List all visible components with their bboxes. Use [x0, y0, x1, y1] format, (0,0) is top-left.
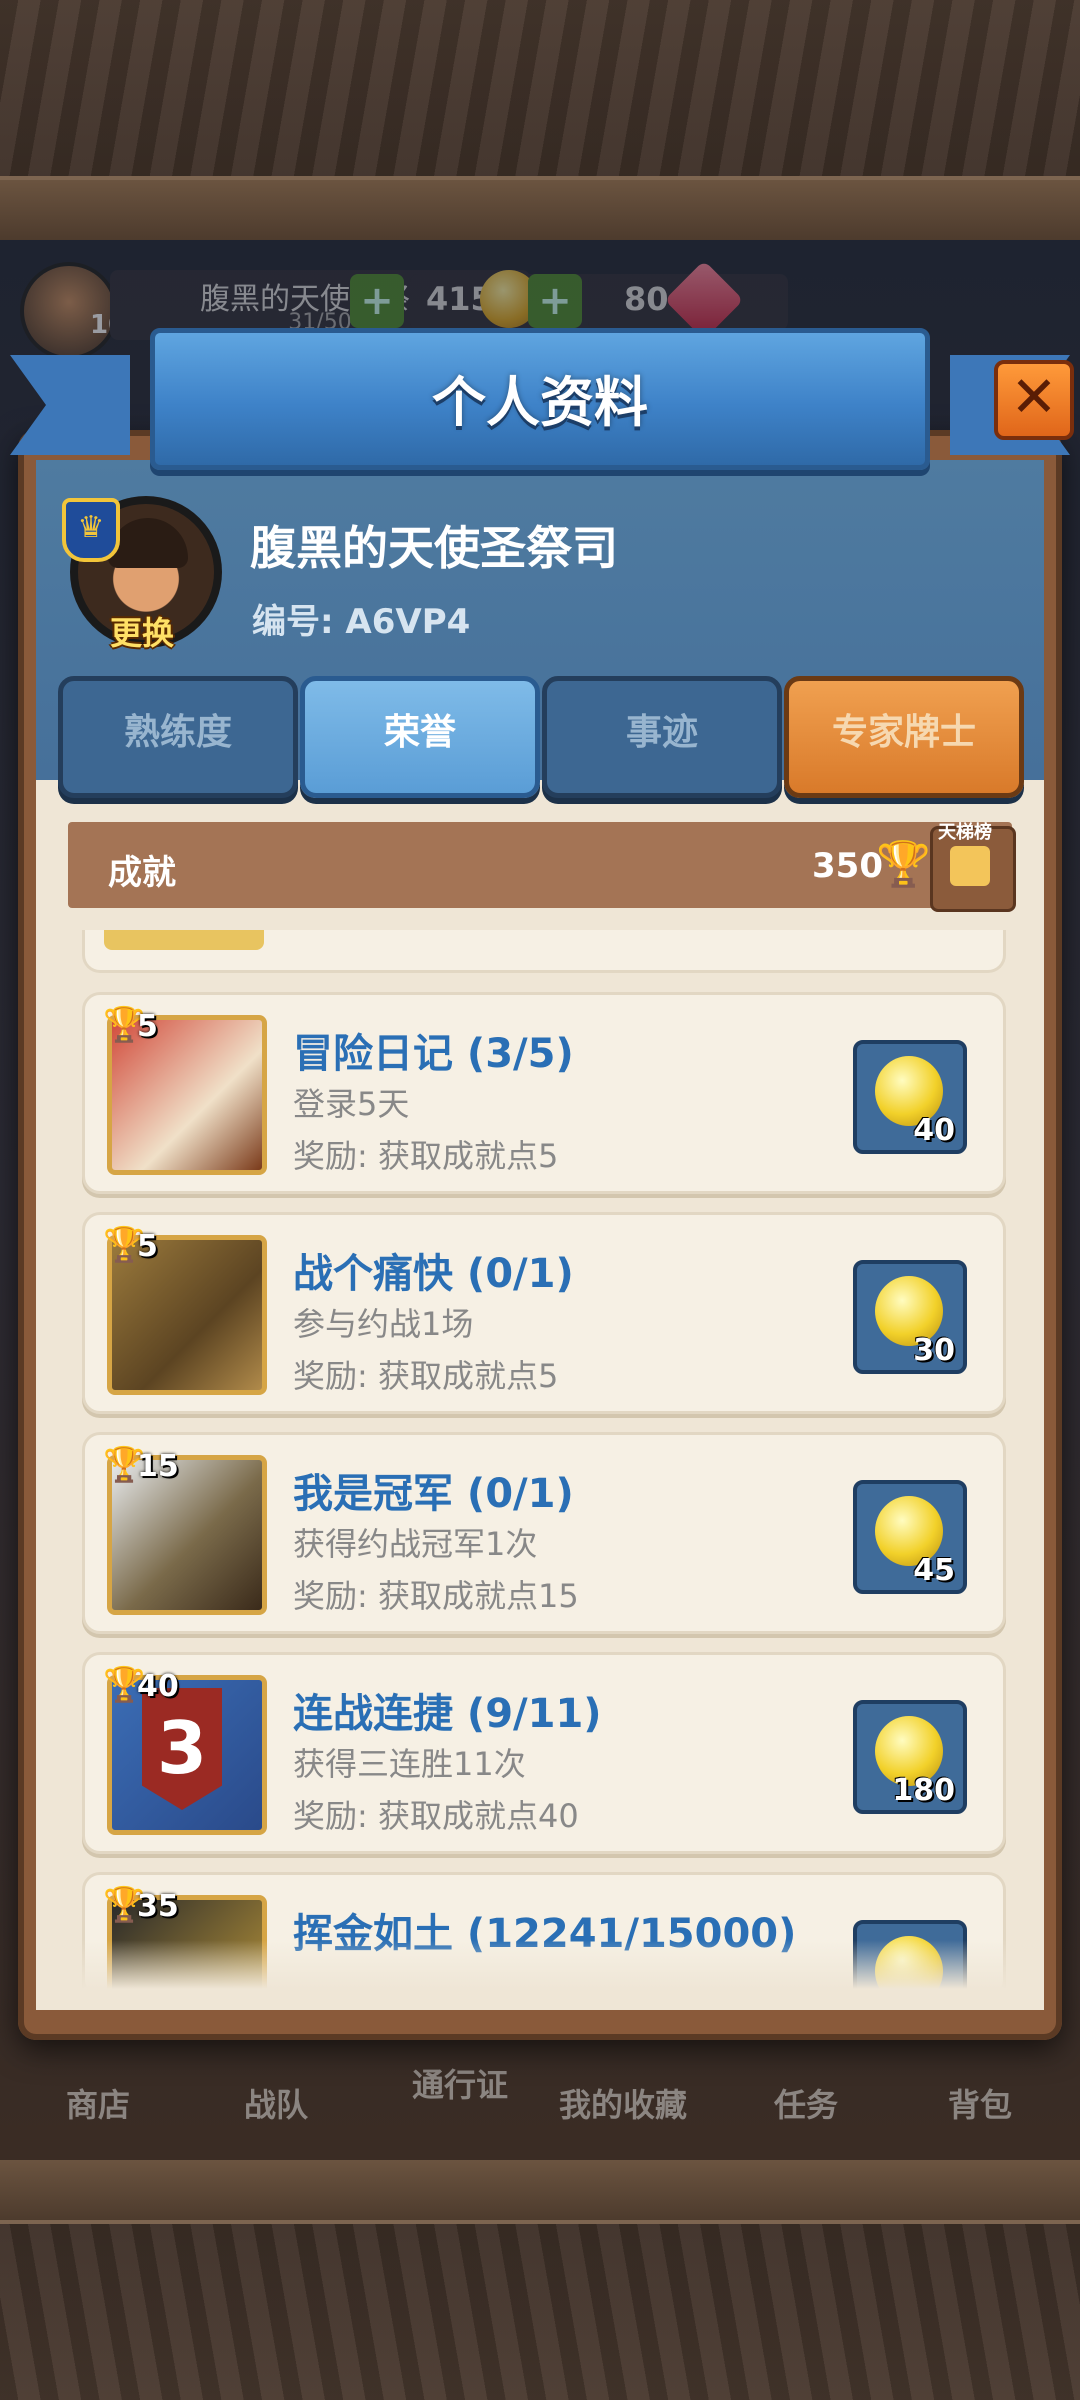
modal-title: 个人资料 — [432, 371, 648, 434]
achievement-card-desc: 获得三连胜11次 — [293, 1745, 526, 1783]
three-win-badge-icon: 3 — [142, 1688, 222, 1810]
achievement-title: 成就 — [108, 853, 176, 893]
achievement-card-points: 5 — [137, 1229, 158, 1264]
tab-proficiency[interactable]: 熟练度 — [58, 676, 298, 798]
coin-reward-button[interactable]: 40 — [853, 1040, 967, 1154]
partial-item-image — [104, 930, 264, 950]
achievement-card[interactable]: 🏆 5 战个痛快 (0/1) 参与约战1场 奖励: 获取成就点5 30 — [82, 1212, 1006, 1414]
tab-expert[interactable]: 专家牌士 — [784, 676, 1024, 798]
achievement-card-points: 40 — [137, 1669, 179, 1704]
coin-reward-amount: 180 — [892, 1773, 955, 1808]
achievement-card-points: 15 — [137, 1449, 179, 1484]
close-icon: ✕ — [1010, 365, 1058, 430]
achievement-card-reward: 奖励: 获取成就点40 — [293, 1797, 579, 1835]
achievement-card-desc: 获得约战冠军1次 — [293, 1525, 538, 1563]
nav-shop[interactable]: 商店 — [28, 2080, 168, 2126]
coin-reward-amount: 30 — [913, 1333, 955, 1368]
achievement-card-reward: 奖励: 获取成就点15 — [293, 1577, 579, 1615]
player-name: 腹黑的天使圣祭司 — [250, 521, 618, 575]
coin-reward-button[interactable]: 30 — [853, 1260, 967, 1374]
achievement-card-title: 战个痛快 (0/1) — [293, 1251, 574, 1297]
achievement-card-desc: 登录5天 — [293, 1085, 410, 1123]
thumbs-up-icon — [950, 846, 990, 886]
trophy-icon: 🏆 — [876, 839, 931, 890]
tab-deeds[interactable]: 事迹 — [542, 676, 782, 798]
achievement-card-points: 5 — [137, 1009, 158, 1044]
bottom-wood-frame — [0, 2160, 1080, 2400]
achievement-card-points: 35 — [137, 1889, 179, 1924]
change-avatar-button[interactable]: 更换 — [110, 608, 174, 654]
nav-pass[interactable]: 通行证 — [390, 2060, 530, 2106]
achievement-card-reward: 奖励: 获取成就点5 — [293, 1137, 559, 1175]
achievement-card-title: 连战连捷 (9/11) — [293, 1691, 602, 1737]
coin-reward-button[interactable]: 180 — [853, 1700, 967, 1814]
crown-icon: ♛ — [62, 498, 120, 562]
achievement-card[interactable]: 🏆 5 冒险日记 (3/5) 登录5天 奖励: 获取成就点5 40 — [82, 992, 1006, 1194]
coin-reward-button[interactable]: 45 — [853, 1480, 967, 1594]
gem-amount: 80 — [624, 280, 669, 318]
nav-bag[interactable]: 背包 — [910, 2080, 1050, 2126]
add-gem-plus-icon[interactable]: + — [528, 274, 582, 328]
list-fade — [36, 1940, 1044, 2010]
tab-honor[interactable]: 荣誉 — [300, 676, 540, 798]
achievement-card-reward: 奖励: 获取成就点5 — [293, 1357, 559, 1395]
add-gold-plus-icon[interactable]: + — [350, 274, 404, 328]
nav-collection[interactable]: 我的收藏 — [548, 2080, 698, 2126]
nav-team[interactable]: 战队 — [206, 2080, 346, 2126]
coin-reward-amount: 40 — [913, 1113, 955, 1148]
achievement-card-title: 我是冠军 (0/1) — [293, 1471, 574, 1517]
achievement-card-title: 冒险日记 (3/5) — [293, 1031, 574, 1077]
ladder-rank-label: 天梯榜 — [938, 822, 992, 843]
coin-reward-amount: 45 — [913, 1553, 955, 1588]
nav-tasks[interactable]: 任务 — [736, 2080, 876, 2126]
achievement-card-desc: 参与约战1场 — [293, 1305, 474, 1343]
achievement-card[interactable]: 🏆 15 我是冠军 (0/1) 获得约战冠军1次 奖励: 获取成就点15 45 — [82, 1432, 1006, 1634]
achievement-points: 350 — [812, 846, 883, 886]
achievement-card[interactable]: 3 🏆 40 连战连捷 (9/11) 获得三连胜11次 奖励: 获取成就点40 … — [82, 1652, 1006, 1854]
top-wood-frame — [0, 0, 1080, 240]
player-id: 编号: A6VP4 — [252, 602, 471, 642]
close-button[interactable]: ✕ — [994, 360, 1074, 440]
